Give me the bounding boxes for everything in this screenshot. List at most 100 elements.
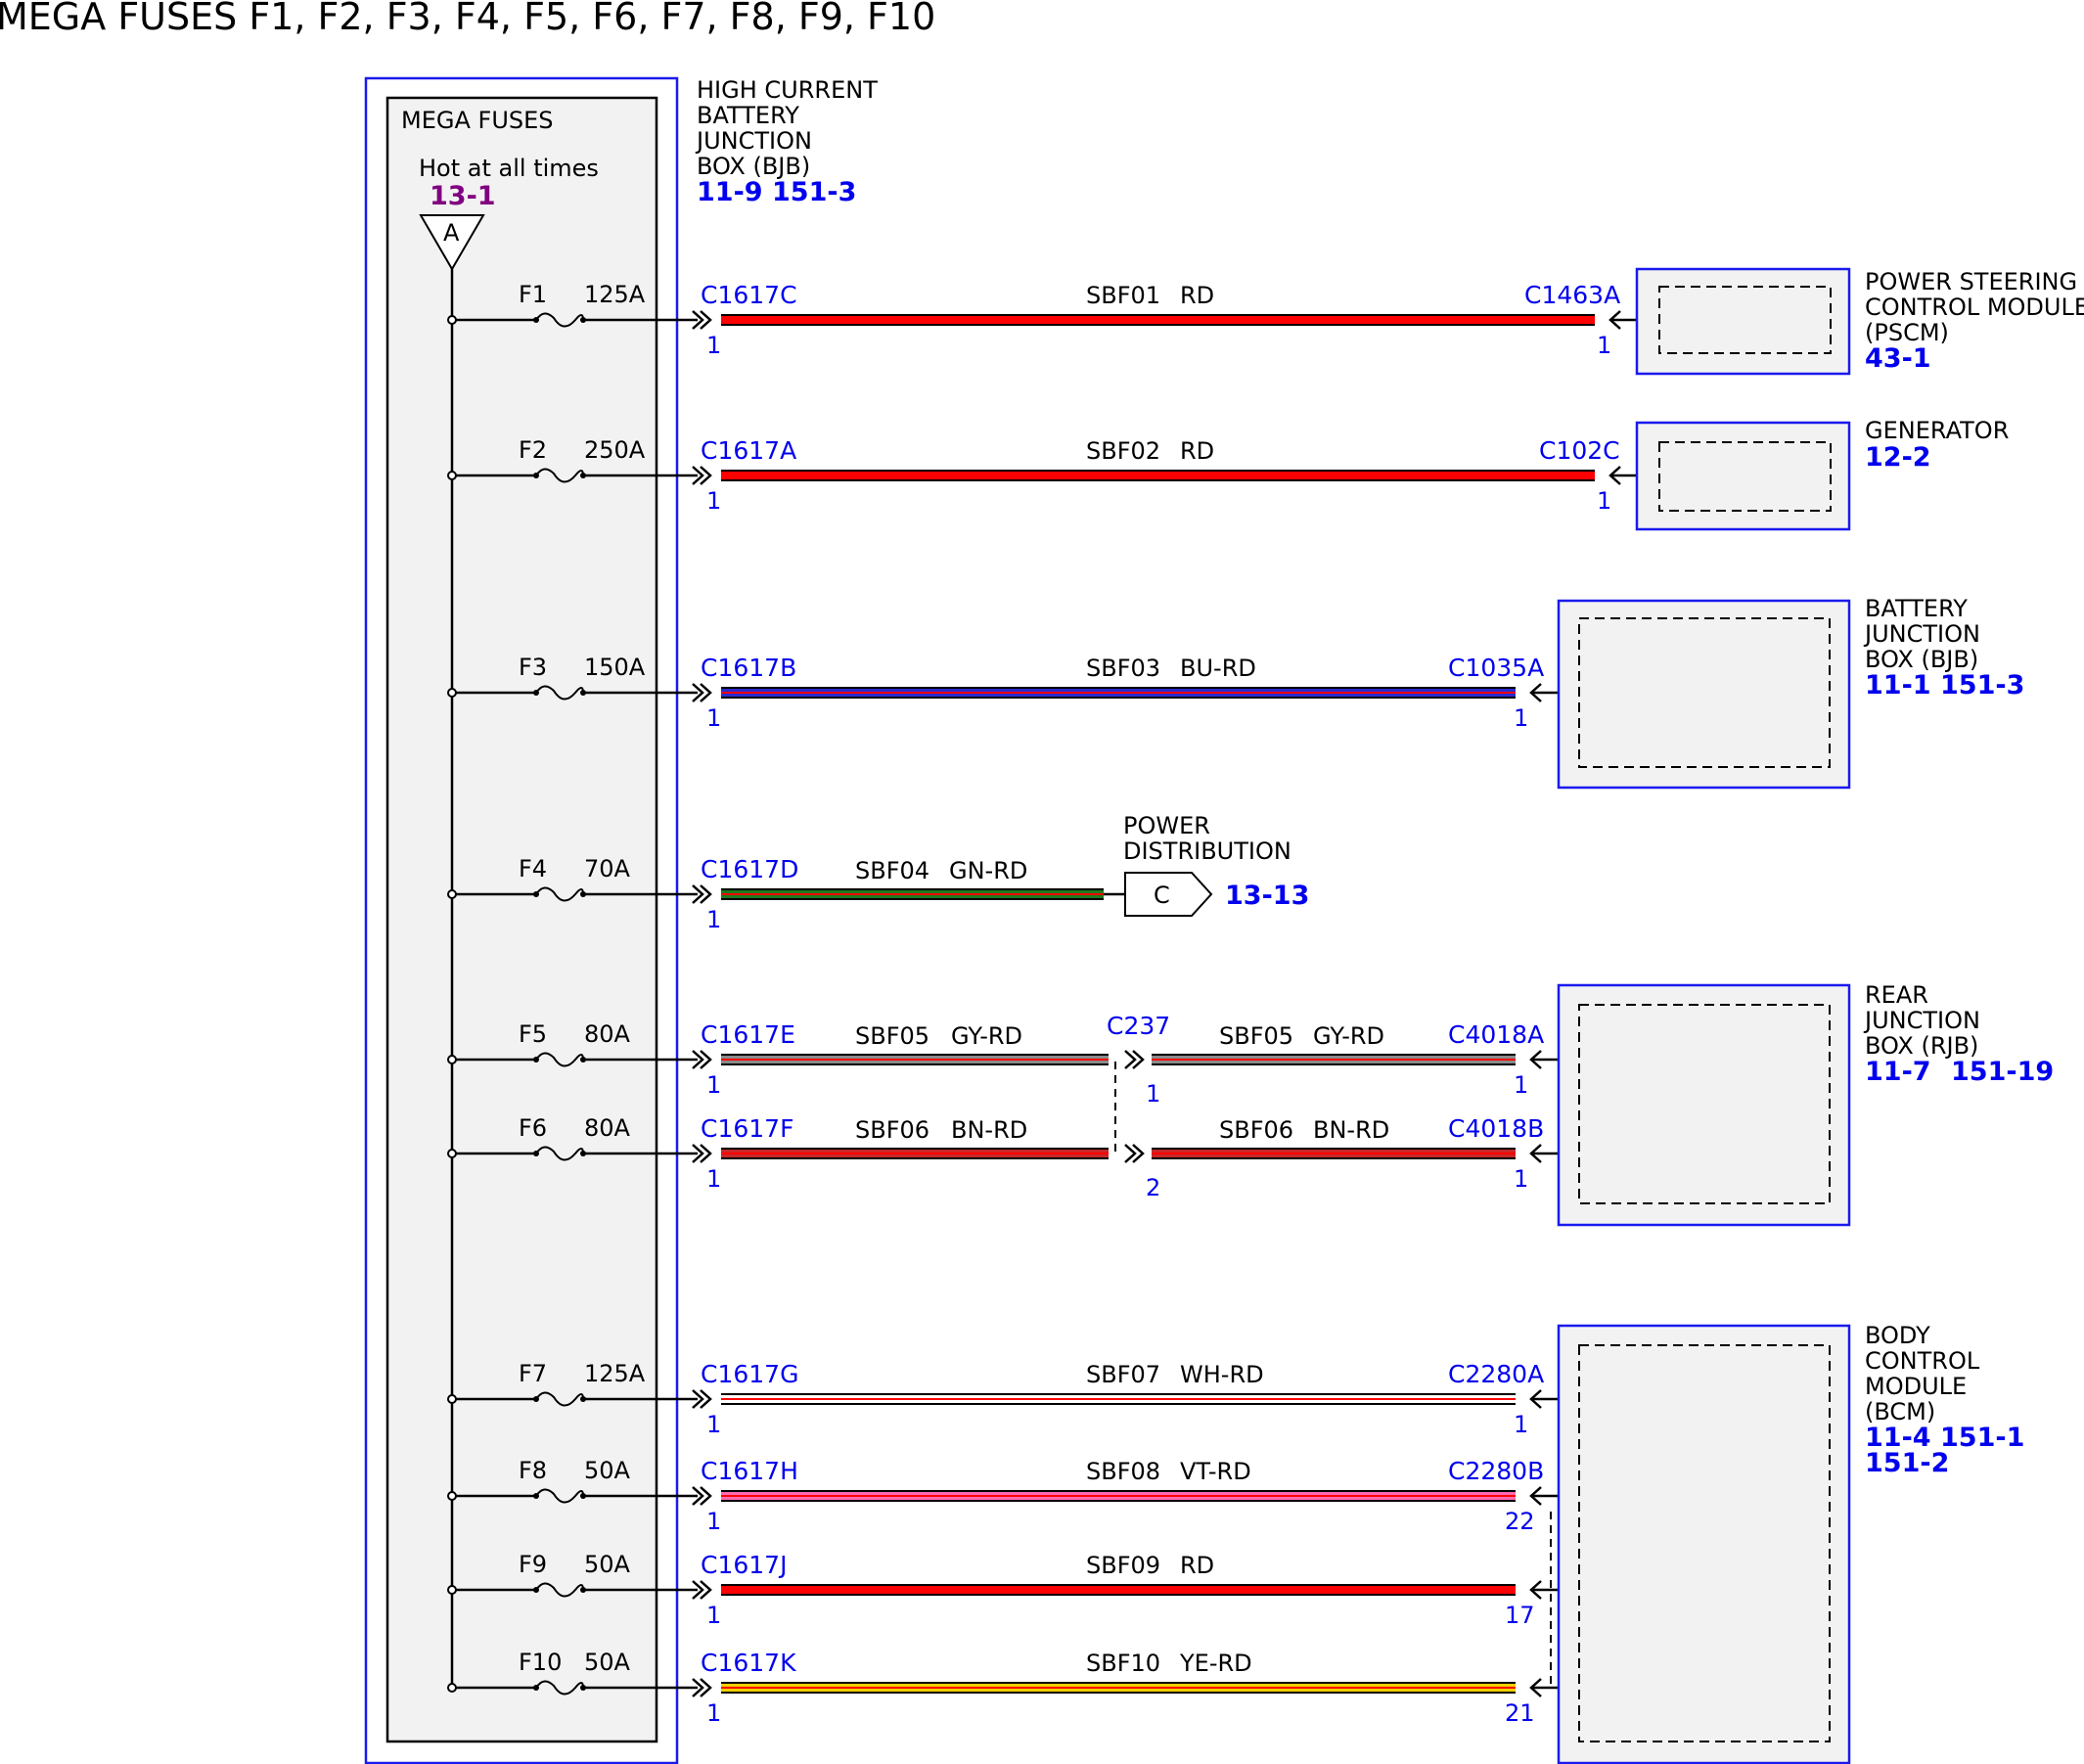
pscm-name-line: POWER STEERING: [1865, 268, 2077, 295]
end-connector-label[interactable]: C1035A: [1448, 654, 1544, 682]
bjb-name-line: JUNCTION: [1863, 620, 1980, 648]
fuse-id-label: F2: [519, 436, 547, 464]
wire-base-color: [721, 316, 1595, 324]
fuse-rating-label: 80A: [584, 1020, 631, 1048]
start-connector-label[interactable]: C1617B: [701, 654, 796, 682]
start-pin-label: 1: [706, 1411, 721, 1438]
splice-dot: [447, 1394, 457, 1404]
end-connector-label[interactable]: C102C: [1539, 436, 1620, 465]
bcm-ref-link[interactable]: 151-1: [1940, 1423, 2024, 1453]
rjb-ref-link[interactable]: 151-19: [1951, 1057, 2054, 1087]
wire: [721, 888, 1104, 900]
end-connector-label[interactable]: C2280B: [1448, 1457, 1544, 1485]
source-symbol-label: A: [443, 219, 460, 247]
hc-bjb-name-line: JUNCTION: [695, 127, 812, 155]
end-connector-label[interactable]: C4018A: [1448, 1020, 1544, 1049]
wire-id-label: SBF06: [855, 1116, 929, 1144]
pscm-name-line: (PSCM): [1865, 319, 1949, 346]
end-pin-label: 1: [1514, 1071, 1528, 1099]
wire-stripe-color: [721, 1495, 1516, 1497]
wire-base-color: [721, 472, 1595, 479]
start-connector-label[interactable]: C1617G: [701, 1360, 798, 1388]
start-connector-label[interactable]: C1617F: [701, 1114, 793, 1143]
end-connector-label[interactable]: C4018B: [1448, 1114, 1544, 1143]
wire-color-label: RD: [1180, 1552, 1214, 1579]
fuse-rating-label: 125A: [584, 1360, 646, 1387]
wire: [721, 470, 1595, 481]
start-connector-label[interactable]: C1617D: [701, 855, 798, 883]
start-pin-label: 1: [706, 906, 721, 933]
start-connector-label[interactable]: C1617H: [701, 1457, 798, 1485]
bjb-ref-link[interactable]: 151-3: [1940, 670, 2024, 701]
end-connector-label[interactable]: C2280A: [1448, 1360, 1544, 1388]
wire-id-label: SBF04: [855, 857, 929, 884]
start-connector-label[interactable]: C1617K: [701, 1649, 796, 1677]
wire-color-label: RD: [1180, 282, 1214, 309]
wire: [721, 1054, 1109, 1065]
fuse-rating-label: 50A: [584, 1457, 631, 1484]
fuse-id-label: F1: [519, 281, 547, 308]
start-connector-label[interactable]: C1617A: [701, 436, 796, 465]
generator-ref-link[interactable]: 12-2: [1865, 442, 1931, 473]
mega-fuses-label: MEGA FUSES: [401, 107, 554, 134]
rjb-module: REAR JUNCTION BOX (RJB) 11-7 151-19: [1557, 981, 2054, 1227]
wire: [721, 1148, 1109, 1159]
start-connector-label[interactable]: C1617E: [701, 1020, 795, 1049]
wire-color-label: RD: [1180, 437, 1214, 465]
pscm-ref-link[interactable]: 43-1: [1865, 343, 1931, 374]
wire-stripe-color: [721, 1687, 1516, 1689]
wire-color-label: GY-RD: [1313, 1022, 1384, 1050]
wire: [1152, 1148, 1516, 1159]
generator-name-line: GENERATOR: [1865, 417, 2009, 444]
fuse-rating-label: 150A: [584, 654, 646, 681]
wire-base-color: [721, 1586, 1516, 1594]
mid-pin-label: 2: [1146, 1174, 1160, 1201]
bjb-ref-link[interactable]: 11-1: [1865, 670, 1931, 701]
wire-id-label: SBF05: [855, 1022, 929, 1050]
hc-bjb-ref-link[interactable]: 11-9: [697, 177, 763, 207]
wire-color-label: YE-RD: [1179, 1650, 1252, 1677]
hot-at-all-times-label: Hot at all times: [419, 155, 599, 182]
wire-color-label: GN-RD: [949, 857, 1027, 884]
hc-bjb-name-line: BOX (BJB): [697, 153, 810, 180]
fuse-terminal: [533, 1396, 539, 1402]
bcm-ref-link[interactable]: 151-2: [1865, 1448, 1949, 1478]
off-page-ref-link[interactable]: 13-13: [1225, 881, 1309, 911]
bcm-module: BODY CONTROL MODULE (BCM) 11-4 151-1 151…: [1557, 1322, 2024, 1764]
wire: [721, 1584, 1516, 1596]
start-pin-label: 1: [706, 1508, 721, 1535]
start-pin-label: 1: [706, 1071, 721, 1099]
wire-id-label: SBF02: [1086, 437, 1160, 465]
fuse-id-label: F7: [519, 1360, 547, 1387]
wire-color-label: GY-RD: [951, 1022, 1022, 1050]
hc-bjb-ref-link[interactable]: 151-3: [772, 177, 856, 207]
diagram-title: MEGA FUSES F1, F2, F3, F4, F5, F6, F7, F…: [0, 0, 935, 38]
wire-color-label: WH-RD: [1180, 1361, 1264, 1388]
end-connector-label[interactable]: C1463A: [1524, 281, 1620, 309]
splice-dot: [447, 688, 457, 698]
connector-arrow-icon: [1124, 1144, 1137, 1163]
mid-pin-label: 1: [1146, 1080, 1160, 1108]
wire: [721, 314, 1595, 326]
wire-color-label: BU-RD: [1180, 655, 1256, 682]
hot-ref-link[interactable]: 13-1: [430, 181, 496, 211]
wire-stripe-color: [721, 692, 1516, 694]
rjb-ref-link[interactable]: 11-7: [1865, 1057, 1931, 1087]
end-pin-label: 1: [1597, 332, 1611, 359]
bcm-name-line: BODY: [1865, 1322, 1930, 1349]
wire-stripe-color: [721, 1059, 1109, 1061]
splice-dot: [447, 1055, 457, 1064]
mid-connector-label[interactable]: C237: [1107, 1012, 1170, 1040]
bcm-name-line: MODULE: [1865, 1373, 1967, 1400]
fuse-terminal: [533, 1151, 539, 1156]
start-connector-label[interactable]: C1617C: [701, 281, 797, 309]
start-connector-label[interactable]: C1617J: [701, 1551, 787, 1579]
wire: [721, 1393, 1516, 1405]
pscm-module: POWER STEERING CONTROL MODULE (PSCM) 43-…: [1635, 267, 2084, 376]
power-distribution-name-line: POWER: [1123, 812, 1210, 839]
hc-bjb-label: HIGH CURRENT BATTERY JUNCTION BOX (BJB) …: [695, 76, 878, 207]
fuse-rating-label: 80A: [584, 1114, 631, 1142]
start-pin-label: 1: [706, 487, 721, 515]
wire-id-label: SBF09: [1086, 1552, 1160, 1579]
rjb-name-line: BOX (RJB): [1865, 1032, 1978, 1060]
